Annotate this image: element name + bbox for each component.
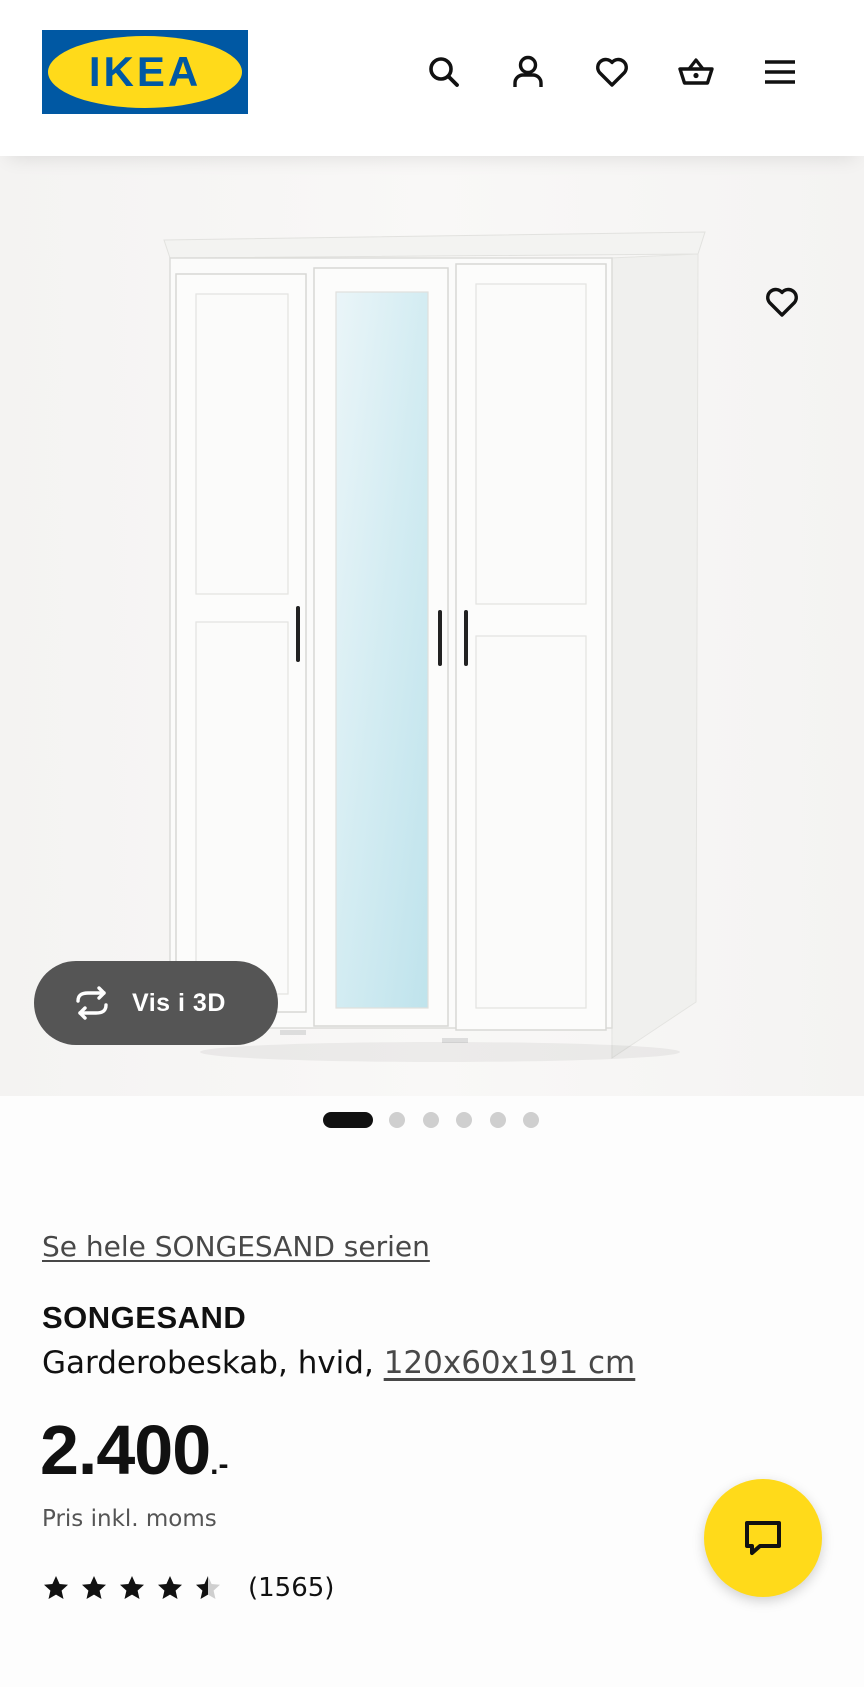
gallery-dot[interactable] [523,1112,539,1128]
gallery-pagination [0,1110,864,1130]
ikea-logo-graphic: IKEA [42,30,248,114]
gallery-dot[interactable] [456,1112,472,1128]
price-suffix: .- [210,1448,229,1481]
basket-icon [678,58,714,85]
view-in-3d-button[interactable]: Vis i 3D [34,961,278,1045]
heart-icon [596,57,628,87]
search-button[interactable] [414,42,474,102]
profile-icon [513,55,543,87]
heart-icon [766,287,798,317]
profile-button[interactable] [498,42,558,102]
rating-stars [42,1574,232,1602]
chat-button[interactable] [704,1479,822,1597]
rotate-3d-icon [76,986,108,1020]
top-bar: IKEA [0,0,864,156]
price-amount: 2.400 [40,1411,211,1489]
view-in-3d-label: Vis i 3D [132,988,226,1017]
add-to-favourites-button[interactable] [752,272,812,332]
menu-button[interactable] [750,42,810,102]
price-note: Pris inkl. moms [42,1506,217,1532]
series-link[interactable]: Se hele SONGESAND serien [42,1230,430,1263]
gallery-dot[interactable] [323,1112,373,1128]
star-full-icon [120,1576,144,1599]
product-description: Garderobeskab, hvid, 120x60x191 cm [42,1345,635,1381]
product-price: 2.400.- [40,1410,229,1490]
star-full-icon [44,1576,68,1599]
product-dimensions-link[interactable]: 120x60x191 cm [384,1345,636,1381]
menu-icon [765,60,795,84]
gallery-dot[interactable] [490,1112,506,1128]
logo-text: IKEA [89,48,201,95]
product-image[interactable] [150,226,710,1066]
basket-button[interactable] [666,42,726,102]
gallery-dot[interactable] [423,1112,439,1128]
product-name: SONGESAND [42,1300,247,1335]
favourites-button[interactable] [582,42,642,102]
product-type: Garderobeskab, hvid, [42,1345,384,1381]
star-full-icon [82,1576,106,1599]
chat-icon [745,1521,781,1555]
review-count: (1565) [248,1573,335,1603]
product-gallery[interactable]: Vis i 3D [0,156,864,1096]
star-full-icon [158,1576,182,1599]
product-rating[interactable]: (1565) [42,1570,334,1606]
gallery-dot[interactable] [389,1112,405,1128]
ikea-logo[interactable]: IKEA [42,30,248,114]
star-half-icon [196,1576,220,1599]
search-icon [429,57,459,87]
